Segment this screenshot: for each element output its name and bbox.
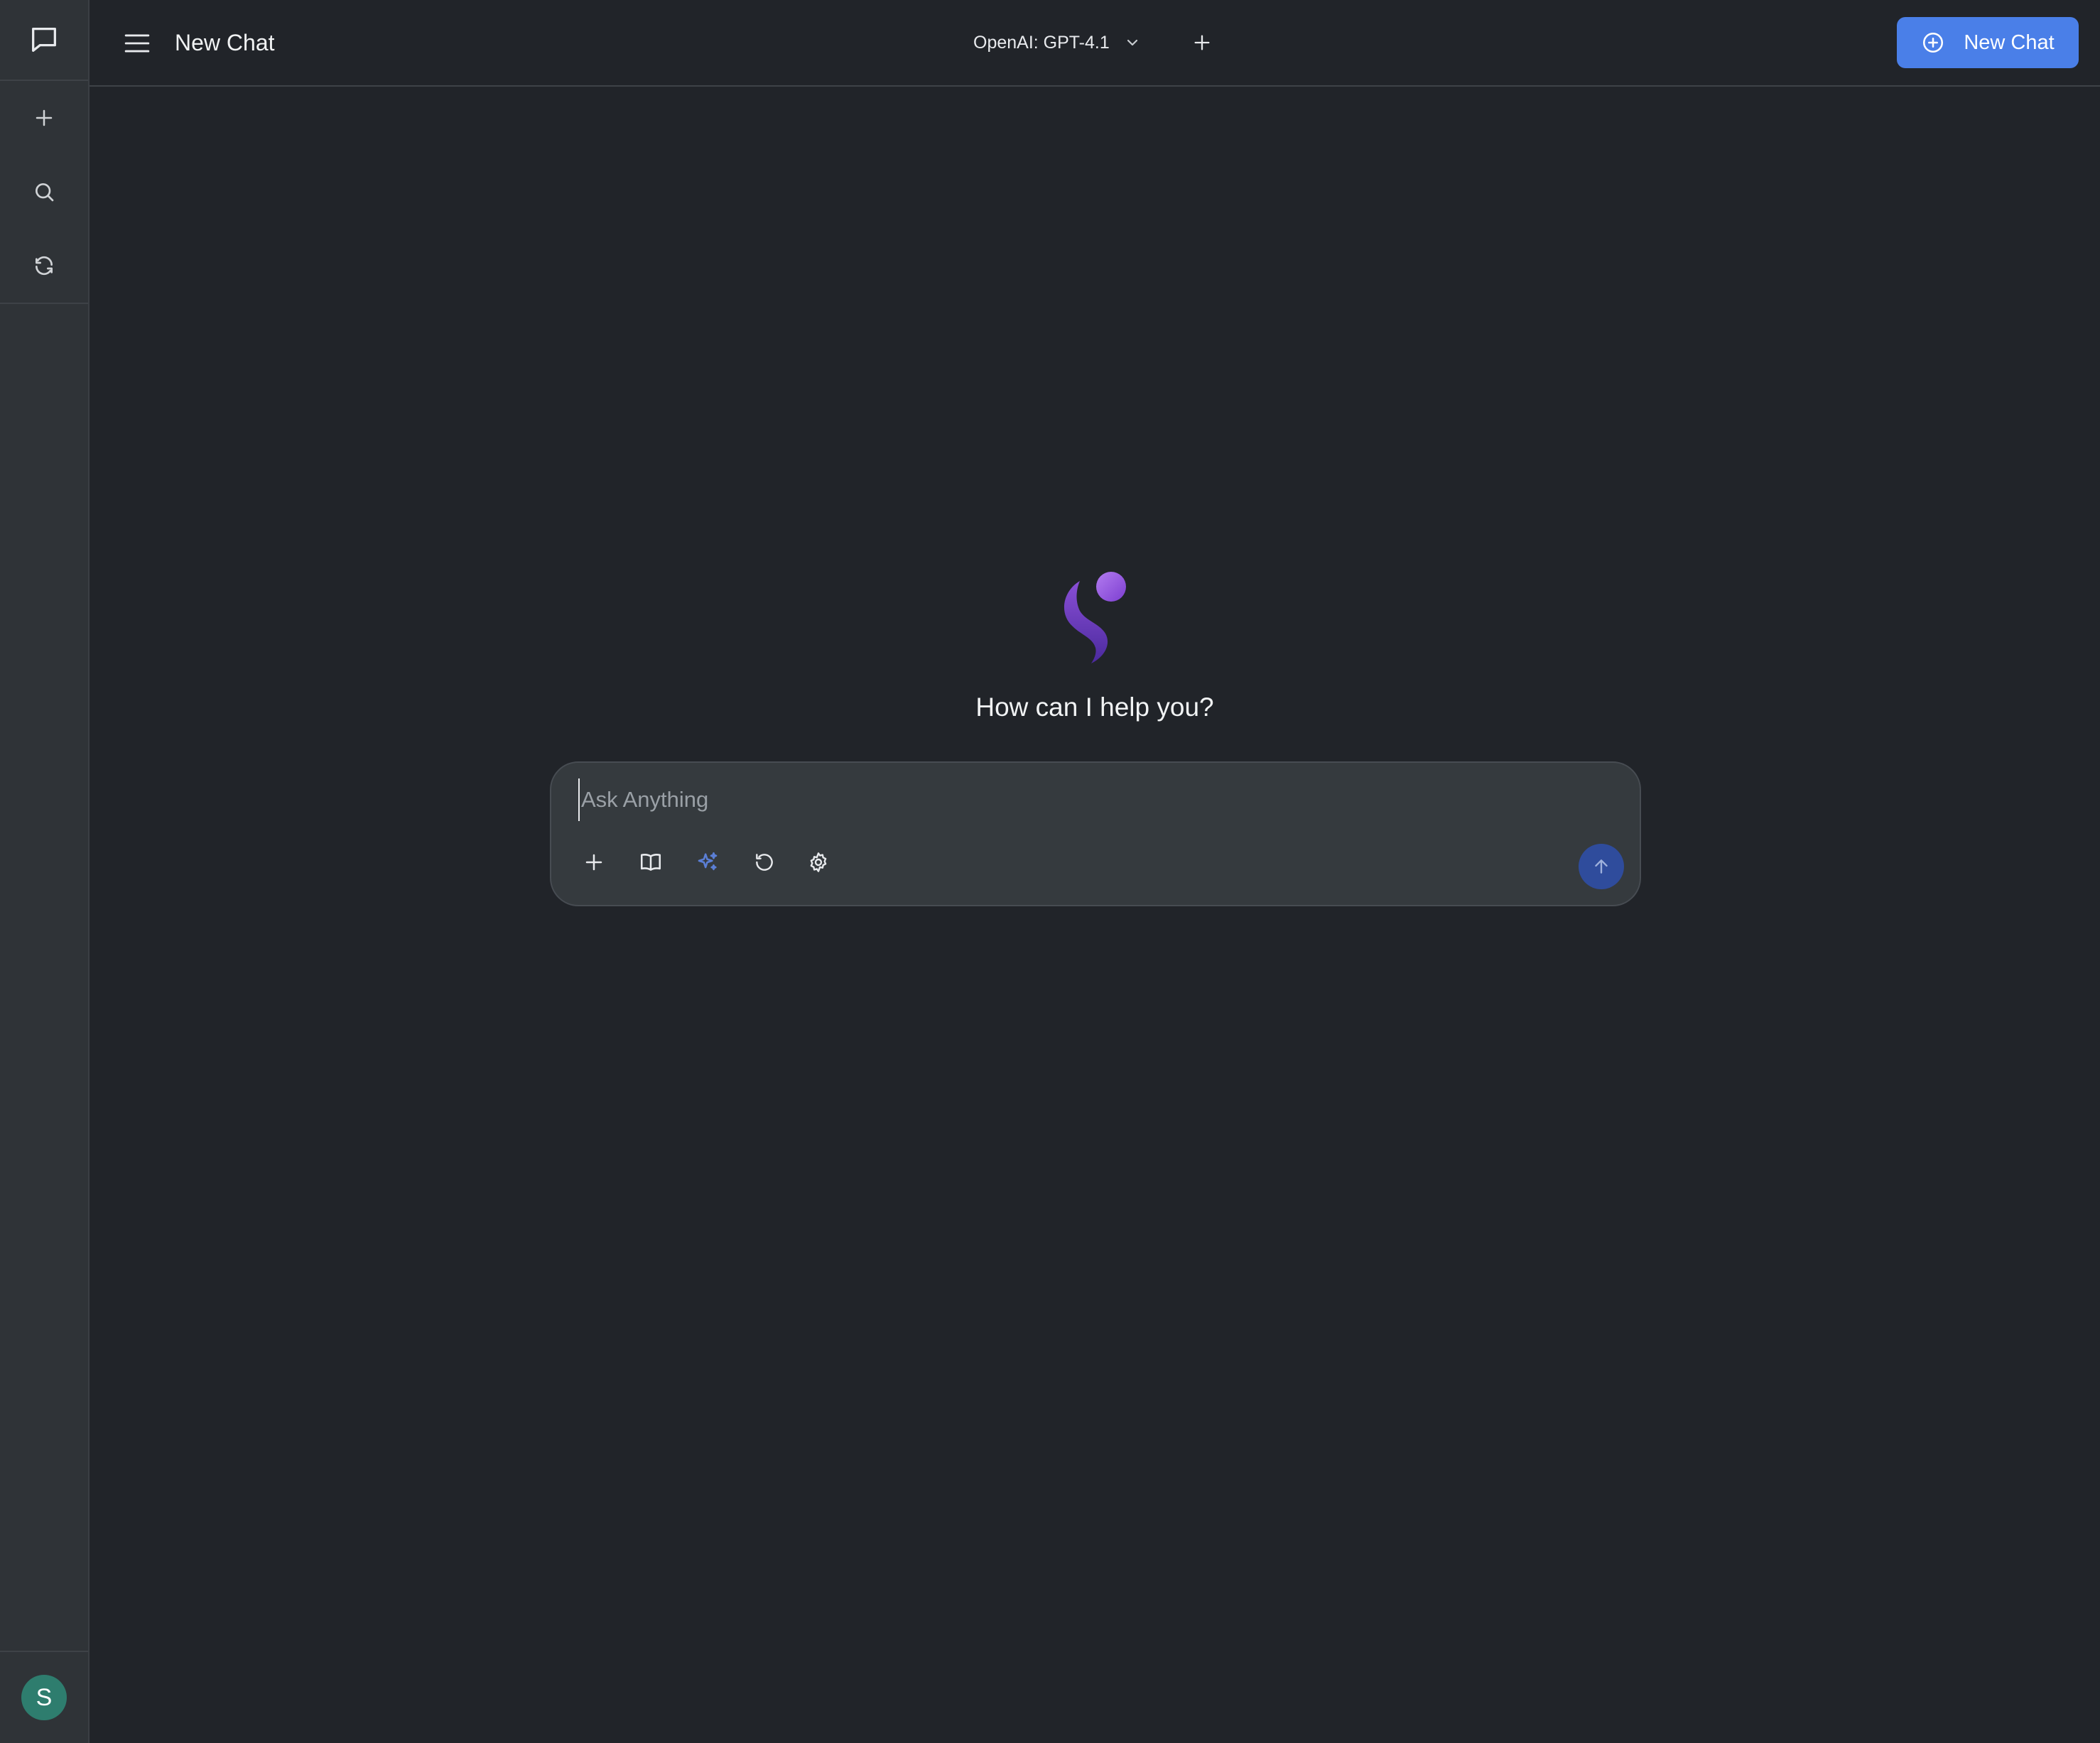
search-icon bbox=[33, 180, 55, 203]
add-model-button[interactable] bbox=[1184, 24, 1221, 61]
sidebar-search-button[interactable] bbox=[0, 155, 88, 229]
model-selector[interactable]: OpenAI: GPT-4.1 bbox=[973, 26, 1141, 60]
greeting-text: How can I help you? bbox=[975, 693, 1214, 722]
history-button[interactable] bbox=[745, 842, 784, 882]
knowledge-button[interactable] bbox=[631, 842, 671, 882]
chat-bubble-icon bbox=[28, 23, 60, 56]
chat-bubble-button[interactable] bbox=[0, 0, 88, 81]
new-chat-button[interactable]: New Chat bbox=[1897, 17, 2079, 68]
gear-icon bbox=[807, 851, 830, 874]
page-title: New Chat bbox=[175, 30, 275, 55]
attach-button[interactable] bbox=[574, 842, 614, 882]
refresh-icon bbox=[33, 254, 55, 277]
assistant-logo bbox=[1059, 570, 1132, 665]
history-icon bbox=[753, 851, 776, 874]
plus-icon bbox=[1192, 33, 1212, 53]
sidebar-actions bbox=[0, 81, 88, 304]
hamburger-icon bbox=[124, 33, 151, 54]
sidebar-rail: S bbox=[0, 0, 90, 1743]
arrow-up-icon bbox=[1592, 857, 1611, 876]
plus-icon bbox=[33, 107, 55, 129]
chevron-down-icon bbox=[1124, 34, 1141, 51]
new-chat-button-label: New Chat bbox=[1964, 31, 2055, 54]
sparkles-icon bbox=[696, 850, 720, 874]
menu-button[interactable] bbox=[118, 24, 156, 63]
model-selector-label: OpenAI: GPT-4.1 bbox=[973, 32, 1110, 53]
sidebar-refresh-button[interactable] bbox=[0, 229, 88, 303]
plus-icon bbox=[583, 852, 605, 873]
chat-composer bbox=[550, 761, 1641, 906]
user-menu[interactable]: S bbox=[0, 1651, 88, 1743]
avatar[interactable]: S bbox=[21, 1675, 67, 1720]
book-icon bbox=[639, 850, 663, 874]
top-header: New Chat OpenAI: GPT-4.1 New Chat bbox=[90, 0, 2100, 87]
sidebar-new-chat-button[interactable] bbox=[0, 81, 88, 155]
send-button[interactable] bbox=[1579, 844, 1624, 889]
enhance-prompt-button[interactable] bbox=[688, 842, 727, 882]
settings-button[interactable] bbox=[799, 842, 838, 882]
plus-circle-icon bbox=[1921, 31, 1945, 55]
chat-input[interactable] bbox=[578, 778, 1601, 821]
